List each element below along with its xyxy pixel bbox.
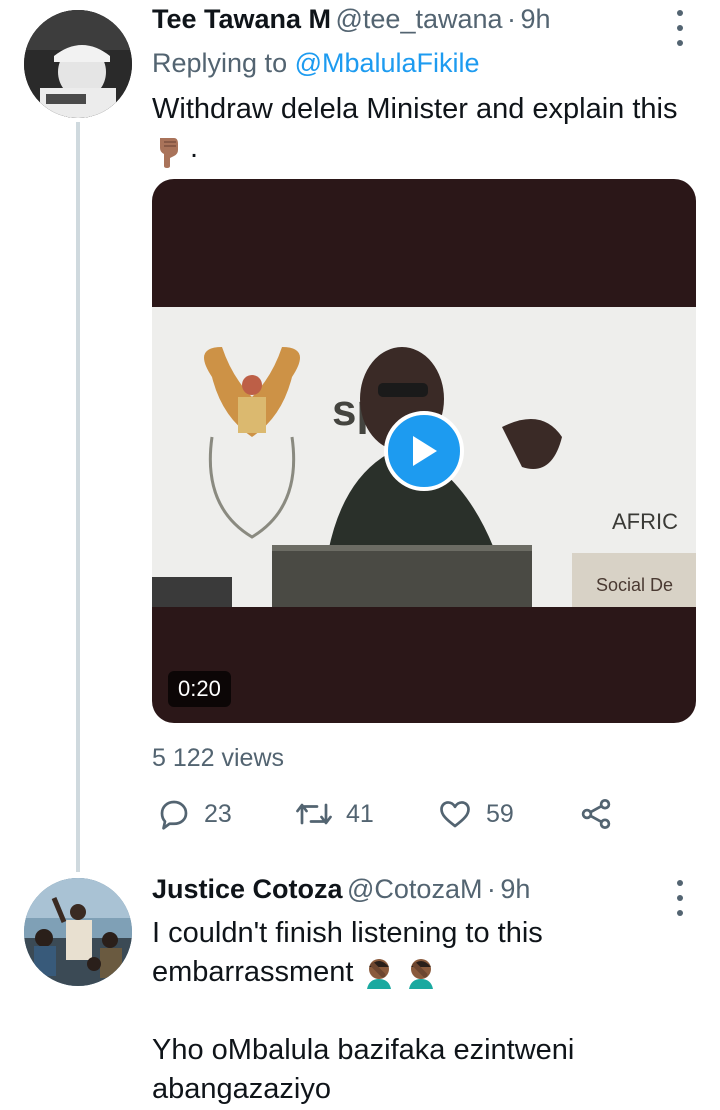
tweet-text-line: abangazaziyo	[152, 1073, 331, 1105]
tweet-text-line: Withdraw delela Minister and explain thi…	[152, 93, 678, 125]
author-name[interactable]: Justice Cotoza	[152, 874, 343, 904]
like-button[interactable]: 59	[436, 796, 514, 832]
avatar[interactable]	[24, 10, 132, 118]
share-button[interactable]	[578, 796, 614, 832]
timestamp[interactable]: 9h	[500, 874, 530, 904]
tweet-text: I couldn't finish listening to this emba…	[152, 914, 574, 1109]
reply-button[interactable]: 23	[156, 796, 232, 832]
tweet-text-line: I couldn't finish listening to this	[152, 917, 543, 949]
separator-dot: ·	[506, 4, 516, 34]
avatar-image	[24, 10, 132, 118]
svg-text:Social De: Social De	[596, 575, 673, 595]
retweet-icon	[296, 803, 332, 825]
separator-dot: ·	[486, 874, 496, 904]
heart-icon	[440, 801, 470, 828]
tweet-text-emoji-row: .	[152, 132, 198, 168]
avatar[interactable]	[24, 878, 132, 986]
reply-icon	[160, 800, 188, 830]
share-icon	[581, 799, 611, 829]
play-icon	[413, 436, 437, 466]
play-button[interactable]	[384, 411, 464, 491]
timestamp[interactable]: 9h	[520, 4, 550, 34]
tweet-text-end: .	[190, 132, 199, 164]
replying-to-label: Replying to	[152, 48, 295, 78]
view-count: 5 122 views	[152, 744, 285, 772]
tweet-text: Withdraw delela Minister and explain thi…	[152, 90, 677, 129]
tweet-text-line: Yho oMbalula bazifaka ezintweni	[152, 1034, 575, 1066]
more-options-icon[interactable]	[668, 880, 692, 916]
more-options-icon[interactable]	[668, 10, 692, 46]
replying-to: Replying to @MbalulaFikile	[152, 48, 480, 79]
tweet-header: Justice Cotoza @CotozaM · 9h	[152, 874, 530, 905]
author-handle[interactable]: @tee_tawana	[336, 4, 503, 34]
video-player[interactable]: sport AFRIC Social De 0:20	[152, 179, 696, 723]
thread-connector-line	[76, 122, 80, 872]
reply-count: 23	[204, 799, 232, 828]
tweet-text-emoji-row: embarrassment	[152, 953, 574, 992]
author-name[interactable]: Tee Tawana M	[152, 4, 331, 34]
avatar-image	[24, 878, 132, 986]
svg-text:AFRIC: AFRIC	[612, 509, 678, 534]
pointing-down-hand-icon	[160, 138, 178, 168]
replying-to-link[interactable]: @MbalulaFikile	[295, 48, 480, 78]
tweet-header: Tee Tawana M @tee_tawana · 9h	[152, 4, 550, 35]
tweet-text-line: embarrassment	[152, 956, 354, 988]
retweet-count: 41	[346, 799, 374, 828]
author-handle[interactable]: @CotozaM	[347, 874, 482, 904]
like-count: 59	[486, 799, 514, 828]
video-duration: 0:20	[168, 671, 231, 707]
man-facepalming-icon	[409, 958, 434, 989]
man-facepalming-icon	[367, 958, 392, 989]
retweet-button[interactable]: 41	[294, 796, 374, 832]
